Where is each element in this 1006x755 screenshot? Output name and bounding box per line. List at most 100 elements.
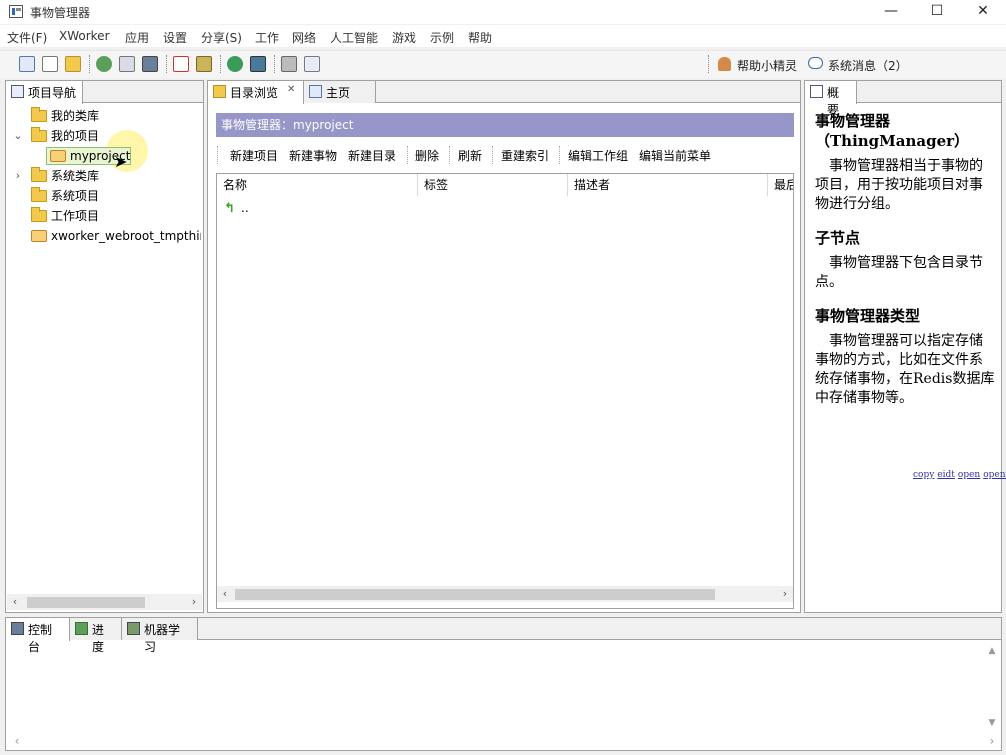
- close-tab-icon[interactable]: ✕: [287, 84, 295, 95]
- project-nav-panel: 项目导航 我的类库 ⌄ 我的项目 myproject ➤ › 系统类库 系统项目…: [5, 80, 204, 613]
- scroll-up-icon[interactable]: ▲: [985, 646, 999, 656]
- folder-icon: [31, 107, 47, 122]
- tree-item-system-library[interactable]: › 系统类库: [6, 166, 201, 186]
- menu-ai[interactable]: 人工智能: [330, 29, 378, 46]
- menu-work[interactable]: 工作: [255, 29, 279, 46]
- new-project-button[interactable]: 新建项目: [230, 147, 278, 164]
- tree-item-work-projects[interactable]: 工作项目: [6, 206, 201, 226]
- menu-help[interactable]: 帮助: [468, 29, 492, 46]
- doc-heading: 事物管理器类型: [815, 307, 921, 325]
- doc-title: 事物管理器: [815, 112, 891, 130]
- tree-item-my-projects[interactable]: ⌄ 我的项目: [6, 126, 201, 146]
- action-separator: [217, 146, 218, 164]
- column-header-label[interactable]: 标签: [418, 174, 568, 196]
- tab-label: 机器学习: [144, 623, 181, 654]
- tab-home[interactable]: 主页: [304, 81, 376, 103]
- tools-icon[interactable]: [196, 56, 212, 72]
- table-row[interactable]: ↰ ..: [217, 198, 793, 218]
- tree-item-label: 我的项目: [51, 129, 100, 143]
- tree-item-myproject[interactable]: myproject ➤: [6, 130, 201, 172]
- scroll-right-icon[interactable]: ›: [777, 586, 793, 602]
- menu-apps[interactable]: 应用: [125, 29, 149, 46]
- menu-share[interactable]: 分享(S): [201, 29, 242, 46]
- scroll-right-icon[interactable]: ›: [985, 734, 999, 748]
- scroll-thumb[interactable]: [27, 597, 145, 608]
- column-header-last[interactable]: 最后: [768, 174, 793, 196]
- tab-progress[interactable]: 进度: [70, 618, 122, 654]
- window-icon[interactable]: [19, 56, 35, 72]
- chevron-down-icon[interactable]: ⌄: [12, 126, 24, 146]
- column-header-name[interactable]: 名称: [217, 174, 418, 196]
- tab-machine-learning[interactable]: 机器学习: [122, 618, 198, 654]
- scroll-left-icon[interactable]: ‹: [10, 734, 24, 748]
- printer-icon[interactable]: [281, 56, 297, 72]
- edit-workgroup-button[interactable]: 编辑工作组: [568, 147, 628, 164]
- system-messages-link[interactable]: 系统消息（2）: [828, 57, 908, 74]
- nav-horizontal-scrollbar[interactable]: ‹ ›: [7, 594, 202, 610]
- tab-project-nav[interactable]: 项目导航: [6, 81, 84, 104]
- scroll-right-icon[interactable]: ›: [186, 594, 202, 610]
- toolbar-separator: [89, 55, 90, 73]
- menu-file[interactable]: 文件(F): [7, 29, 47, 46]
- minimize-button[interactable]: —: [868, 0, 914, 24]
- folder-icon: [31, 167, 47, 182]
- outline-icon: [810, 85, 823, 98]
- tab-label: 项目导航: [28, 86, 77, 100]
- menu-network[interactable]: 网络: [292, 29, 316, 46]
- bottom-tabbar: 控制台 进度 机器学习: [6, 618, 1001, 654]
- image-icon[interactable]: [119, 56, 135, 72]
- tree-item-system-projects[interactable]: 系统项目: [6, 186, 201, 206]
- table-horizontal-scrollbar[interactable]: ‹ ›: [217, 586, 793, 602]
- monitor-icon[interactable]: [142, 56, 158, 72]
- toolbar-separator: [166, 55, 167, 73]
- openr-link[interactable]: openr: [983, 470, 1006, 480]
- new-file-icon[interactable]: [42, 56, 58, 72]
- action-separator: [492, 146, 493, 164]
- rebuild-index-button[interactable]: 重建索引: [501, 147, 549, 164]
- tree-item-label: 我的类库: [51, 109, 100, 123]
- refresh-icon[interactable]: [96, 56, 112, 72]
- doc-paragraph: 事物管理器相当于事物的项目，用于按功能项目对事物进行分组。: [815, 158, 983, 212]
- copy-link[interactable]: copy: [913, 470, 934, 480]
- menu-settings[interactable]: 设置: [163, 29, 187, 46]
- new-thing-button[interactable]: 新建事物: [289, 147, 337, 164]
- close-button[interactable]: ✕: [960, 0, 1006, 24]
- tab-console[interactable]: 控制台: [6, 618, 70, 654]
- toolbar-separator: [220, 55, 221, 73]
- action-separator: [407, 146, 408, 164]
- delete-button[interactable]: 删除: [415, 147, 439, 164]
- column-header-descriptor[interactable]: 描述者: [568, 174, 768, 196]
- new-directory-button[interactable]: 新建目录: [348, 147, 396, 164]
- scroll-left-icon[interactable]: ‹: [217, 586, 233, 602]
- refresh-button[interactable]: 刷新: [458, 147, 482, 164]
- tab-overview[interactable]: 概要: [805, 81, 857, 117]
- tree-item-xworker-webroot[interactable]: xworker_webroot_tmpthin: [6, 226, 201, 246]
- scroll-down-icon[interactable]: ▼: [985, 718, 999, 728]
- pdf-icon[interactable]: [173, 56, 189, 72]
- document-icon[interactable]: [304, 56, 320, 72]
- console-panel: 控制台 进度 机器学习 ▲ ▼ ‹ ›: [5, 617, 1002, 751]
- computer-icon[interactable]: [250, 56, 266, 72]
- helper-link[interactable]: 帮助小精灵: [737, 57, 797, 74]
- maximize-button[interactable]: ☐: [914, 0, 960, 24]
- menu-games[interactable]: 游戏: [392, 29, 416, 46]
- manager-banner: 事物管理器：myproject: [216, 113, 794, 137]
- scroll-left-icon[interactable]: ‹: [7, 594, 23, 610]
- scroll-thumb[interactable]: [235, 589, 715, 600]
- toolbar-separator: [708, 55, 709, 73]
- open-folder-icon[interactable]: [65, 56, 81, 72]
- overview-document: 事物管理器 （ThingManager） 事物管理器相当于事物的项目，用于按功能…: [815, 111, 995, 408]
- open-link[interactable]: open: [958, 470, 980, 480]
- tree-item-my-library[interactable]: 我的类库: [6, 106, 201, 126]
- globe-icon[interactable]: [227, 56, 243, 72]
- edit-link[interactable]: eidt: [937, 470, 955, 480]
- menu-xworker[interactable]: XWorker: [59, 29, 110, 43]
- tree-item-label: 工作项目: [51, 209, 100, 223]
- project-icon: [50, 150, 66, 162]
- tab-directory-browse[interactable]: 目录浏览 ✕: [208, 81, 304, 104]
- edit-current-menu-button[interactable]: 编辑当前菜单: [639, 147, 711, 164]
- menu-examples[interactable]: 示例: [430, 29, 454, 46]
- tab-label: 主页: [326, 86, 351, 100]
- chevron-right-icon[interactable]: ›: [12, 166, 24, 186]
- folder-icon: [31, 207, 47, 222]
